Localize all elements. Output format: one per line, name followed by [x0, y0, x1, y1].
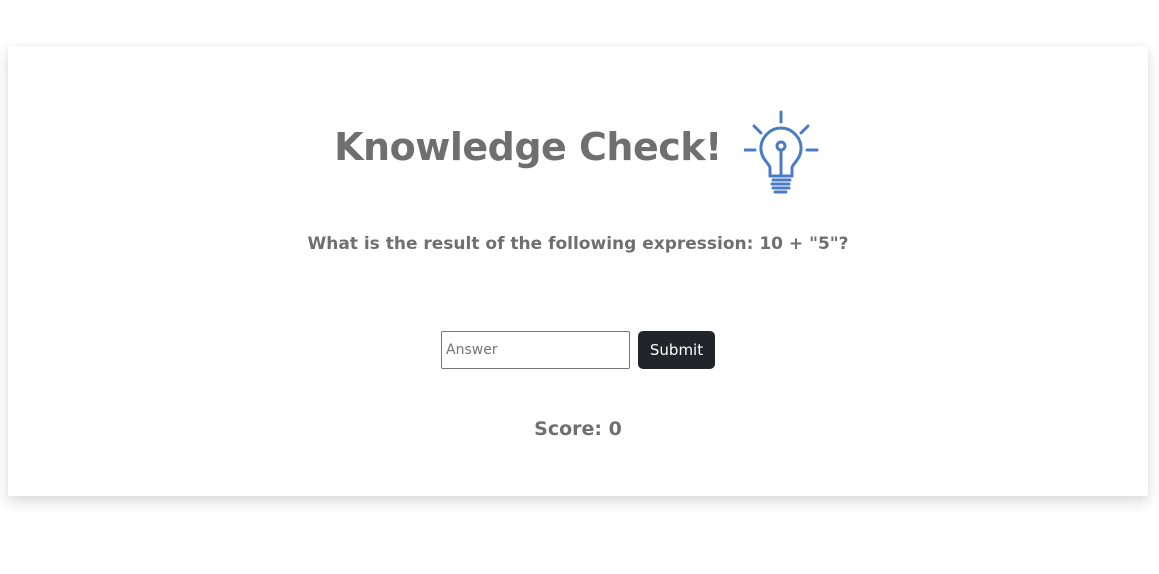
- score-text: Score: 0: [534, 418, 622, 440]
- lightbulb-icon: [743, 110, 819, 194]
- title-row: Knowledge Check!: [8, 98, 1148, 196]
- answer-form: Submit: [8, 331, 1148, 369]
- quiz-card: Knowledge Check! What is the result of t…: [8, 46, 1148, 496]
- question-text: What is the result of the following expr…: [307, 234, 849, 254]
- page-title: Knowledge Check!: [334, 125, 722, 169]
- answer-input[interactable]: [441, 331, 630, 369]
- submit-button[interactable]: Submit: [638, 331, 715, 369]
